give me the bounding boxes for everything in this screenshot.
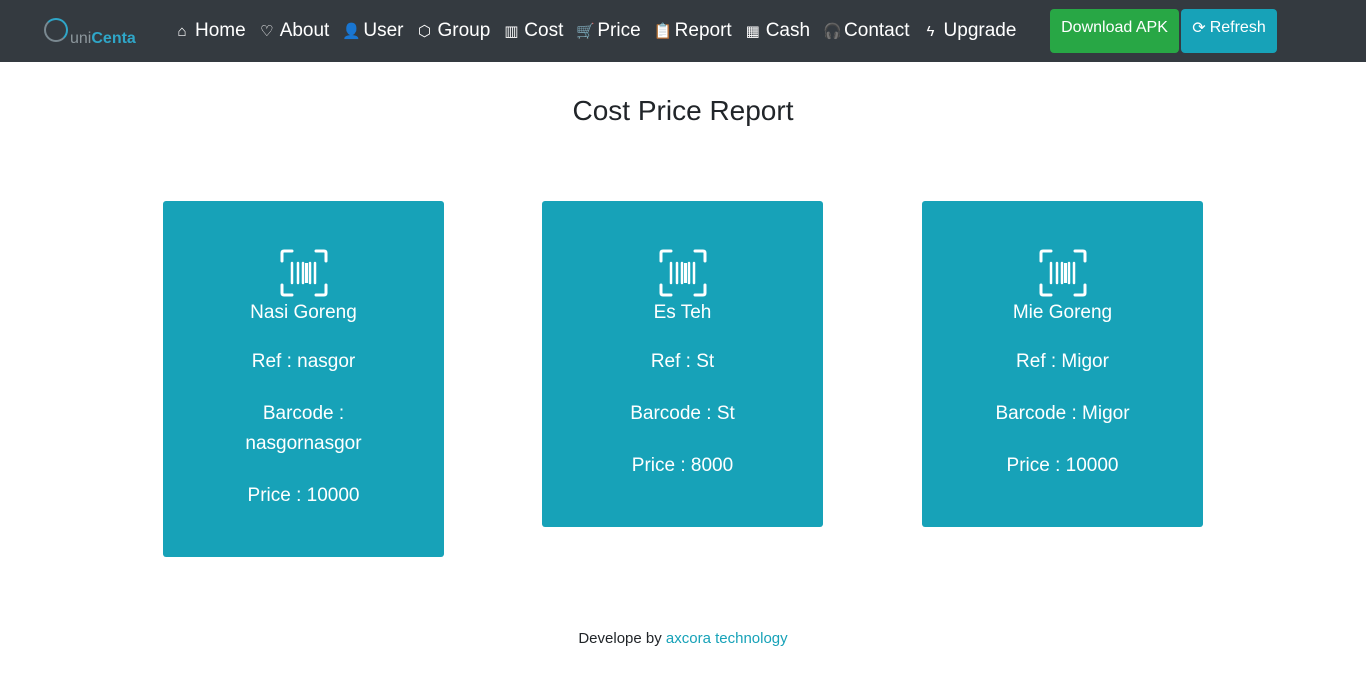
brand-logo[interactable]: uni Centa <box>44 14 136 48</box>
product-name: Mie Goreng <box>1012 302 1113 323</box>
barcode-scan-icon <box>659 249 706 297</box>
product-price: Price : 10000 <box>247 485 360 506</box>
refresh-icon: ⟳ <box>1192 20 1206 37</box>
product-ref: Ref : nasgor <box>251 351 356 372</box>
product-barcode: Barcode : St <box>630 403 735 424</box>
nav-label: Cost <box>524 20 564 41</box>
product-card: Es Teh Ref : St Barcode : St Price : 800… <box>542 201 823 527</box>
lightning-icon: ϟ <box>926 22 935 40</box>
headset-icon: 🎧 <box>823 23 842 40</box>
box-icon: ⬡ <box>417 23 432 40</box>
download-apk-button[interactable]: Download APK <box>1050 9 1179 53</box>
nav-label: User <box>363 20 404 41</box>
product-name: Nasi Goreng <box>250 302 357 323</box>
report-icon: 📋 <box>653 23 673 40</box>
nav-about[interactable]: ♡ About <box>259 20 330 42</box>
product-ref: Ref : St <box>650 351 715 372</box>
barcode-scan-icon <box>280 249 327 297</box>
heart-icon: ♡ <box>259 23 274 40</box>
nav-label: Group <box>437 20 491 41</box>
nav-user[interactable]: 👤 User <box>342 20 403 42</box>
product-barcode: Barcode : Migor <box>995 403 1130 424</box>
footer-link[interactable]: axcora technology <box>666 630 788 647</box>
cart-icon: 🛒 <box>576 23 596 40</box>
navbar: uni Centa ⌂ Home ♡ About 👤 User ⬡ Group ▥ Cost… <box>0 0 1366 62</box>
nav-home[interactable]: ⌂ Home <box>174 20 246 42</box>
product-barcode: Barcode : nasgornasgor <box>245 403 362 454</box>
nav-group[interactable]: ⬡ Group <box>416 20 490 42</box>
nav-label: Cash <box>765 20 811 41</box>
footer: Develope by axcora technology <box>0 630 1366 647</box>
nav-cash[interactable]: ▦ Cash <box>745 20 810 42</box>
product-card: Mie Goreng Ref : Migor Barcode : Migor P… <box>922 201 1203 527</box>
page-title: Cost Price Report <box>572 95 794 126</box>
user-icon: 👤 <box>342 23 362 40</box>
home-icon: ⌂ <box>177 22 187 40</box>
footer-text: Develope by <box>578 630 662 647</box>
barcode-icon: ▥ <box>504 23 519 40</box>
brand-prefix: uni <box>70 30 92 47</box>
nav-label: Price <box>597 20 641 41</box>
nav-cost[interactable]: ▥ Cost <box>503 20 563 42</box>
nav-label: Upgrade <box>943 20 1017 41</box>
product-price: Price : 10000 <box>1006 455 1119 476</box>
nav-report[interactable]: 📋 Report <box>654 20 732 42</box>
logo-ring-icon <box>44 18 68 42</box>
nav-label: Report <box>674 20 732 41</box>
refresh-button[interactable]: ⟳ Refresh <box>1181 9 1277 53</box>
nav-label: About <box>279 20 330 41</box>
product-name: Es Teh <box>653 302 712 323</box>
nav-upgrade[interactable]: ϟ Upgrade <box>923 20 1017 42</box>
barcode-scan-icon <box>1039 249 1086 297</box>
nav-menu: ⌂ Home ♡ About 👤 User ⬡ Group ▥ Cost 🛒 Price 📋… <box>174 0 1029 62</box>
product-price: Price : 8000 <box>631 455 734 476</box>
calculator-icon: ▦ <box>745 23 760 40</box>
nav-price[interactable]: 🛒 Price <box>576 20 640 42</box>
nav-contact[interactable]: 🎧 Contact <box>823 20 909 42</box>
product-ref: Ref : Migor <box>1016 351 1109 372</box>
refresh-label: Refresh <box>1209 19 1266 36</box>
nav-label: Home <box>195 20 246 41</box>
product-card: Nasi Goreng Ref : nasgor Barcode : nasgo… <box>163 201 444 557</box>
brand-suffix: Centa <box>91 30 136 47</box>
nav-label: Contact <box>844 20 910 41</box>
